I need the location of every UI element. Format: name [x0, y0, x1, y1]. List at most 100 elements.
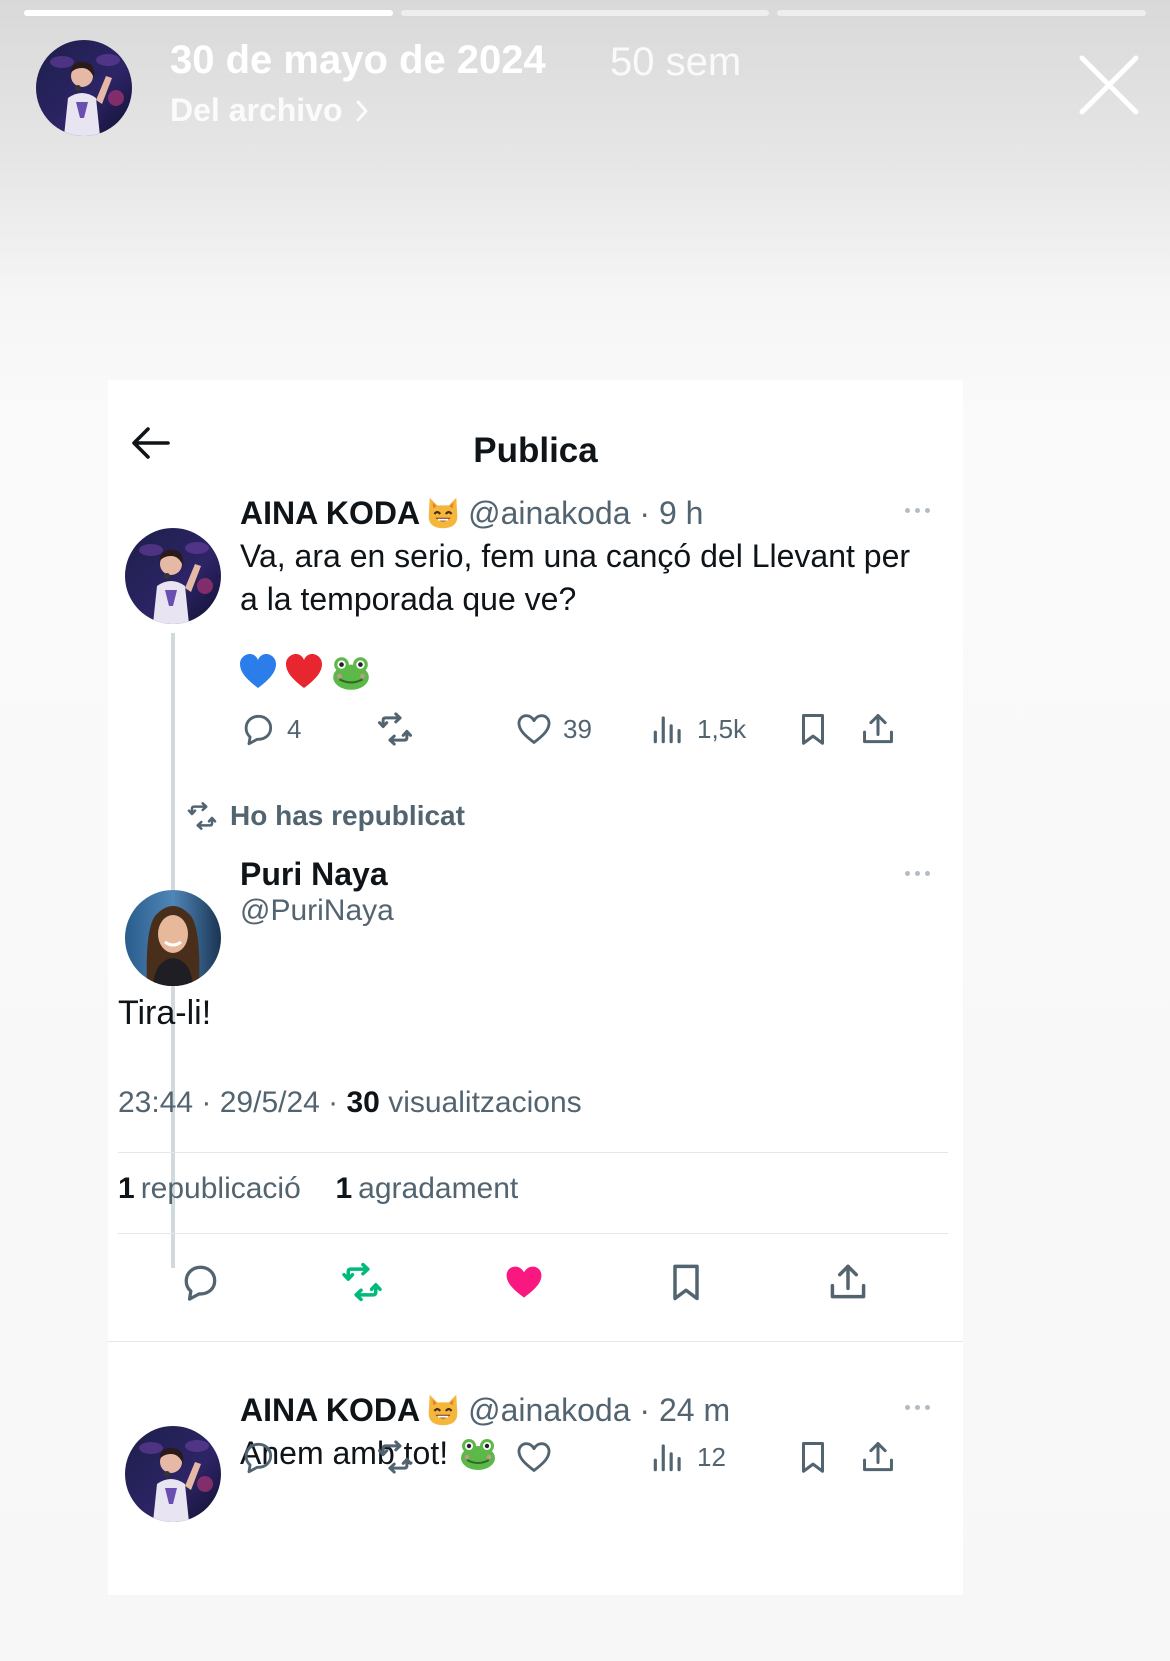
frog-emoji — [458, 1434, 498, 1474]
divider — [118, 1233, 948, 1234]
like-button[interactable]: 39 — [515, 710, 592, 748]
story-progress-segment — [24, 10, 393, 16]
tweet-text: Anem amb tot! — [240, 1432, 498, 1475]
share-button[interactable] — [859, 710, 897, 748]
tweet-time[interactable]: 24 m — [659, 1392, 730, 1429]
like-button[interactable] — [502, 1260, 546, 1304]
story-progress-segment — [777, 10, 1147, 16]
views-label: visualitzacions — [379, 1086, 582, 1119]
avatar[interactable] — [125, 890, 221, 986]
views-count: 1,5k — [697, 713, 747, 744]
story-date: 30 de mayo de 2024 — [170, 38, 546, 82]
share-button[interactable] — [826, 1260, 870, 1304]
author-name[interactable]: Puri Naya — [240, 856, 388, 893]
likes-count: 1 — [335, 1172, 353, 1205]
share-icon — [859, 710, 897, 748]
repost-notice-text: Ho has republicat — [230, 800, 465, 831]
author-name[interactable]: AINA KODA — [240, 1392, 420, 1429]
heart-filled-icon — [506, 1266, 542, 1298]
repost-icon — [376, 710, 414, 748]
story-archive-link[interactable]: Del archivo — [170, 92, 369, 129]
story-progress-fill — [24, 10, 393, 16]
chevron-right-icon — [356, 100, 368, 121]
story-archive-label: Del archivo — [170, 92, 343, 128]
tweet-author-row: AINA KODA @ainakoda · 24 m — [240, 1391, 730, 1429]
avatar[interactable] — [125, 1426, 221, 1522]
divider — [108, 1341, 963, 1342]
author-name[interactable]: AINA KODA — [240, 495, 420, 532]
story-profile-avatar[interactable] — [36, 40, 132, 136]
grinning-cat-emoji — [424, 494, 462, 532]
reposts-count-link[interactable]: 1 republicació — [118, 1172, 301, 1205]
tweet-text-line: a la temporada que ve? — [240, 581, 577, 617]
repost-button[interactable] — [376, 710, 414, 748]
engagement-counts: 1 republicació 1 agradament — [118, 1172, 518, 1206]
more-options-button[interactable] — [905, 871, 941, 881]
share-icon — [859, 1438, 897, 1476]
tweet-date-time[interactable]: 23:44 · 29/5/24 · — [118, 1086, 347, 1119]
reply-icon — [178, 1260, 222, 1304]
divider — [118, 1152, 948, 1153]
bookmark-icon — [794, 1438, 832, 1476]
like-button[interactable] — [515, 1438, 553, 1476]
views-count: 12 — [697, 1441, 726, 1472]
reply-icon — [239, 1438, 277, 1476]
reposts-count: 1 — [118, 1172, 135, 1205]
story-progress-bar — [24, 10, 1147, 16]
tweet-emojis — [238, 652, 372, 694]
views-button[interactable]: 1,5k — [649, 710, 746, 748]
author-handle[interactable]: @ainakoda — [468, 1392, 630, 1429]
bookmark-button[interactable] — [794, 1438, 832, 1476]
views-button[interactable]: 12 — [649, 1438, 726, 1476]
blue-heart-emoji — [238, 652, 278, 692]
separator-dot: · — [630, 1391, 659, 1428]
reply-button[interactable] — [239, 1438, 277, 1476]
tweet-text-line: Va, ara en serio, fem una cançó del Llev… — [240, 538, 911, 574]
tweet-text: Tira-li! — [118, 994, 212, 1032]
close-icon — [1079, 55, 1139, 115]
bar-chart-icon — [649, 1438, 687, 1476]
grinning-cat-emoji — [424, 1391, 462, 1429]
repost-icon — [186, 800, 218, 832]
author-handle[interactable]: @PuriNaya — [240, 894, 394, 928]
like-count: 39 — [563, 713, 592, 744]
author-handle[interactable]: @ainakoda — [468, 495, 630, 532]
tweet-author-row: AINA KODA @ainakoda · 9 h — [240, 494, 703, 532]
likes-label: agradament — [358, 1172, 519, 1205]
share-icon — [826, 1260, 870, 1304]
tweet-timestamp: 23:44 · 29/5/24 · 30 visualitzacions — [118, 1086, 582, 1120]
bookmark-button[interactable] — [794, 710, 832, 748]
bookmark-icon — [794, 710, 832, 748]
share-button[interactable] — [859, 1438, 897, 1476]
heart-icon — [515, 1438, 553, 1476]
likes-count-link[interactable]: 1 agradament — [335, 1172, 518, 1205]
heart-icon — [515, 710, 553, 748]
reply-button[interactable] — [178, 1260, 222, 1304]
more-options-button[interactable] — [905, 1405, 941, 1415]
close-button[interactable] — [1076, 52, 1142, 118]
more-options-button[interactable] — [905, 508, 941, 518]
repost-icon — [376, 1438, 414, 1476]
tweet-time[interactable]: 9 h — [659, 495, 703, 532]
tweet-text: Va, ara en serio, fem una cançó del Llev… — [240, 535, 910, 621]
reply-button[interactable]: 4 — [239, 710, 301, 748]
repost-notice: Ho has republicat — [186, 800, 465, 832]
views-count: 30 — [346, 1086, 380, 1119]
red-heart-emoji — [284, 652, 324, 692]
bookmark-icon — [664, 1260, 708, 1304]
frog-emoji — [330, 652, 372, 694]
repost-icon — [340, 1260, 384, 1304]
story-age: 50 sem — [610, 40, 742, 84]
tweet-author-row: Puri Naya — [240, 856, 388, 893]
reposts-label: republicació — [140, 1172, 301, 1205]
bar-chart-icon — [649, 710, 687, 748]
bookmark-button[interactable] — [664, 1260, 708, 1304]
reply-count: 4 — [287, 713, 302, 744]
repost-button[interactable] — [340, 1260, 384, 1304]
separator-dot: · — [630, 494, 659, 531]
avatar[interactable] — [125, 528, 221, 624]
repost-button[interactable] — [376, 1438, 414, 1476]
tweet-screenshot-card: Publica AINA KODA @ainakoda · 9 h Va, ar… — [108, 380, 963, 1595]
page-title: Publica — [473, 431, 598, 470]
story-progress-segment — [400, 10, 770, 16]
